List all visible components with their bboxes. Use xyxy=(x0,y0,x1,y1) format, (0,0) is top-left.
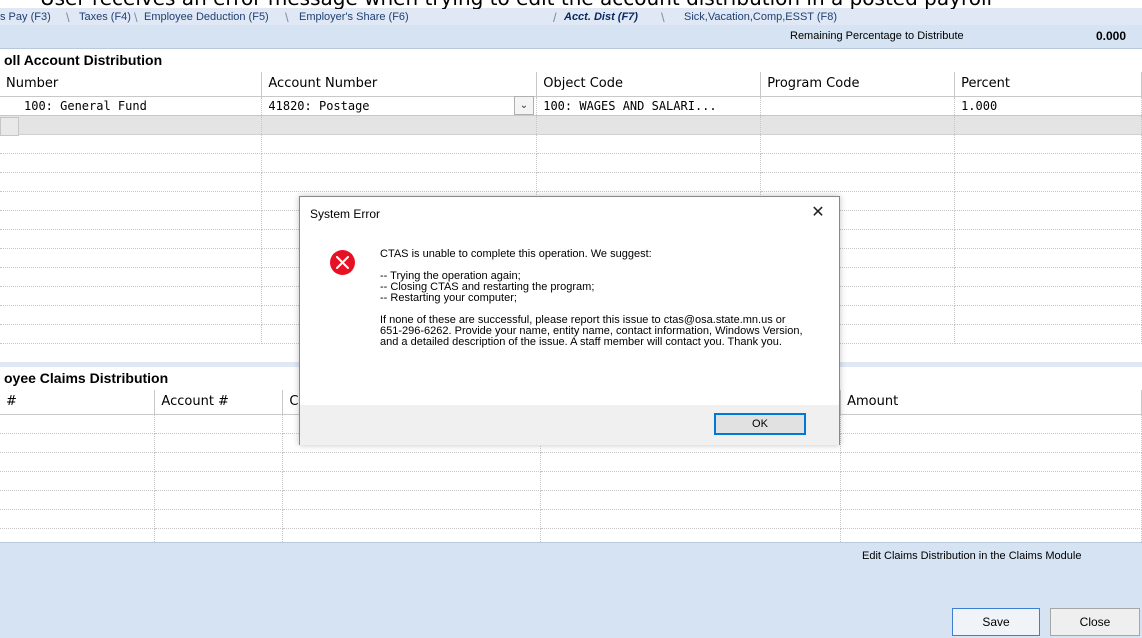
table-row[interactable]: 100: General Fund 41820: Postage 100: WA… xyxy=(0,96,1142,116)
tab-acct-dist[interactable]: Acct. Dist (F7) xyxy=(564,10,638,25)
table-row[interactable] xyxy=(0,490,1142,510)
claims-module-note: Edit Claims Distribution in the Claims M… xyxy=(862,550,1082,562)
remaining-label: Remaining Percentage to Distribute xyxy=(790,30,964,42)
table-row[interactable] xyxy=(0,153,1142,173)
error-message: CTAS is unable to complete this operatio… xyxy=(380,249,810,359)
column-header[interactable]: Account # xyxy=(154,390,284,415)
dialog-footer: OK xyxy=(300,405,839,445)
system-error-dialog: System Error ✕ CTAS is unable to complet… xyxy=(299,196,840,445)
tab-gross-pay[interactable]: s Pay (F3) xyxy=(0,10,51,25)
row-selector[interactable] xyxy=(0,117,19,136)
payroll-distribution-title: oll Account Distribution xyxy=(4,52,163,68)
column-header[interactable]: Percent xyxy=(954,72,1142,97)
footer-panel: Edit Claims Distribution in the Claims M… xyxy=(0,542,1142,638)
tab-divider: \ xyxy=(285,10,289,25)
percent-cell[interactable]: 1.000 xyxy=(954,96,1142,116)
table-row[interactable] xyxy=(0,452,1142,472)
error-report-text: If none of these are successful, please … xyxy=(380,314,803,348)
tab-employee-deduction[interactable]: Employee Deduction (F5) xyxy=(144,10,269,25)
remaining-bar: Remaining Percentage to Distribute 0.000 xyxy=(0,25,1142,49)
tab-divider: \ xyxy=(134,10,138,25)
dialog-title: System Error xyxy=(310,207,381,221)
close-icon[interactable]: ✕ xyxy=(809,202,827,222)
claims-distribution-title: oyee Claims Distribution xyxy=(4,370,169,386)
tab-sick-vacation[interactable]: Sick,Vacation,Comp,ESST (F8) xyxy=(684,10,837,25)
account-cell[interactable]: 41820: Postage xyxy=(261,96,538,116)
tab-taxes[interactable]: Taxes (F4) xyxy=(79,10,131,25)
close-button[interactable]: Close xyxy=(1050,608,1140,636)
tab-employers-share[interactable]: Employer's Share (F6) xyxy=(299,10,409,25)
page-caption: User receives an error message when tryi… xyxy=(0,0,1142,9)
column-header[interactable]: Account Number xyxy=(261,72,538,97)
grid-header-row: Number Account Number Object Code Progra… xyxy=(0,72,1142,97)
suggestion-item: -- Restarting your computer; xyxy=(380,292,517,304)
object-code-cell[interactable]: 100: WAGES AND SALARI... xyxy=(536,96,762,116)
table-row[interactable] xyxy=(0,115,1142,135)
tab-divider: / xyxy=(553,10,557,25)
column-header[interactable]: Amount xyxy=(840,390,1142,415)
chevron-down-icon[interactable]: ⌄ xyxy=(514,96,534,115)
column-header[interactable]: # xyxy=(0,390,156,415)
table-row[interactable] xyxy=(0,509,1142,529)
table-row[interactable] xyxy=(0,172,1142,192)
error-x-icon xyxy=(330,250,355,275)
save-button[interactable]: Save xyxy=(952,608,1040,636)
column-header[interactable]: Program Code xyxy=(760,72,956,97)
program-code-cell[interactable] xyxy=(760,96,956,116)
ok-button[interactable]: OK xyxy=(714,413,806,435)
column-header[interactable]: Number xyxy=(0,72,263,97)
tab-divider: \ xyxy=(661,10,665,25)
table-row[interactable] xyxy=(0,471,1142,491)
tab-bar: s Pay (F3) \ Taxes (F4) \ Employee Deduc… xyxy=(0,8,1142,25)
error-intro: CTAS is unable to complete this operatio… xyxy=(380,248,652,260)
remaining-value: 0.000 xyxy=(1096,29,1127,43)
tab-divider: \ xyxy=(66,10,70,25)
column-header[interactable]: Object Code xyxy=(536,72,762,97)
table-row[interactable] xyxy=(0,134,1142,154)
fund-cell[interactable]: 100: General Fund xyxy=(0,96,263,116)
